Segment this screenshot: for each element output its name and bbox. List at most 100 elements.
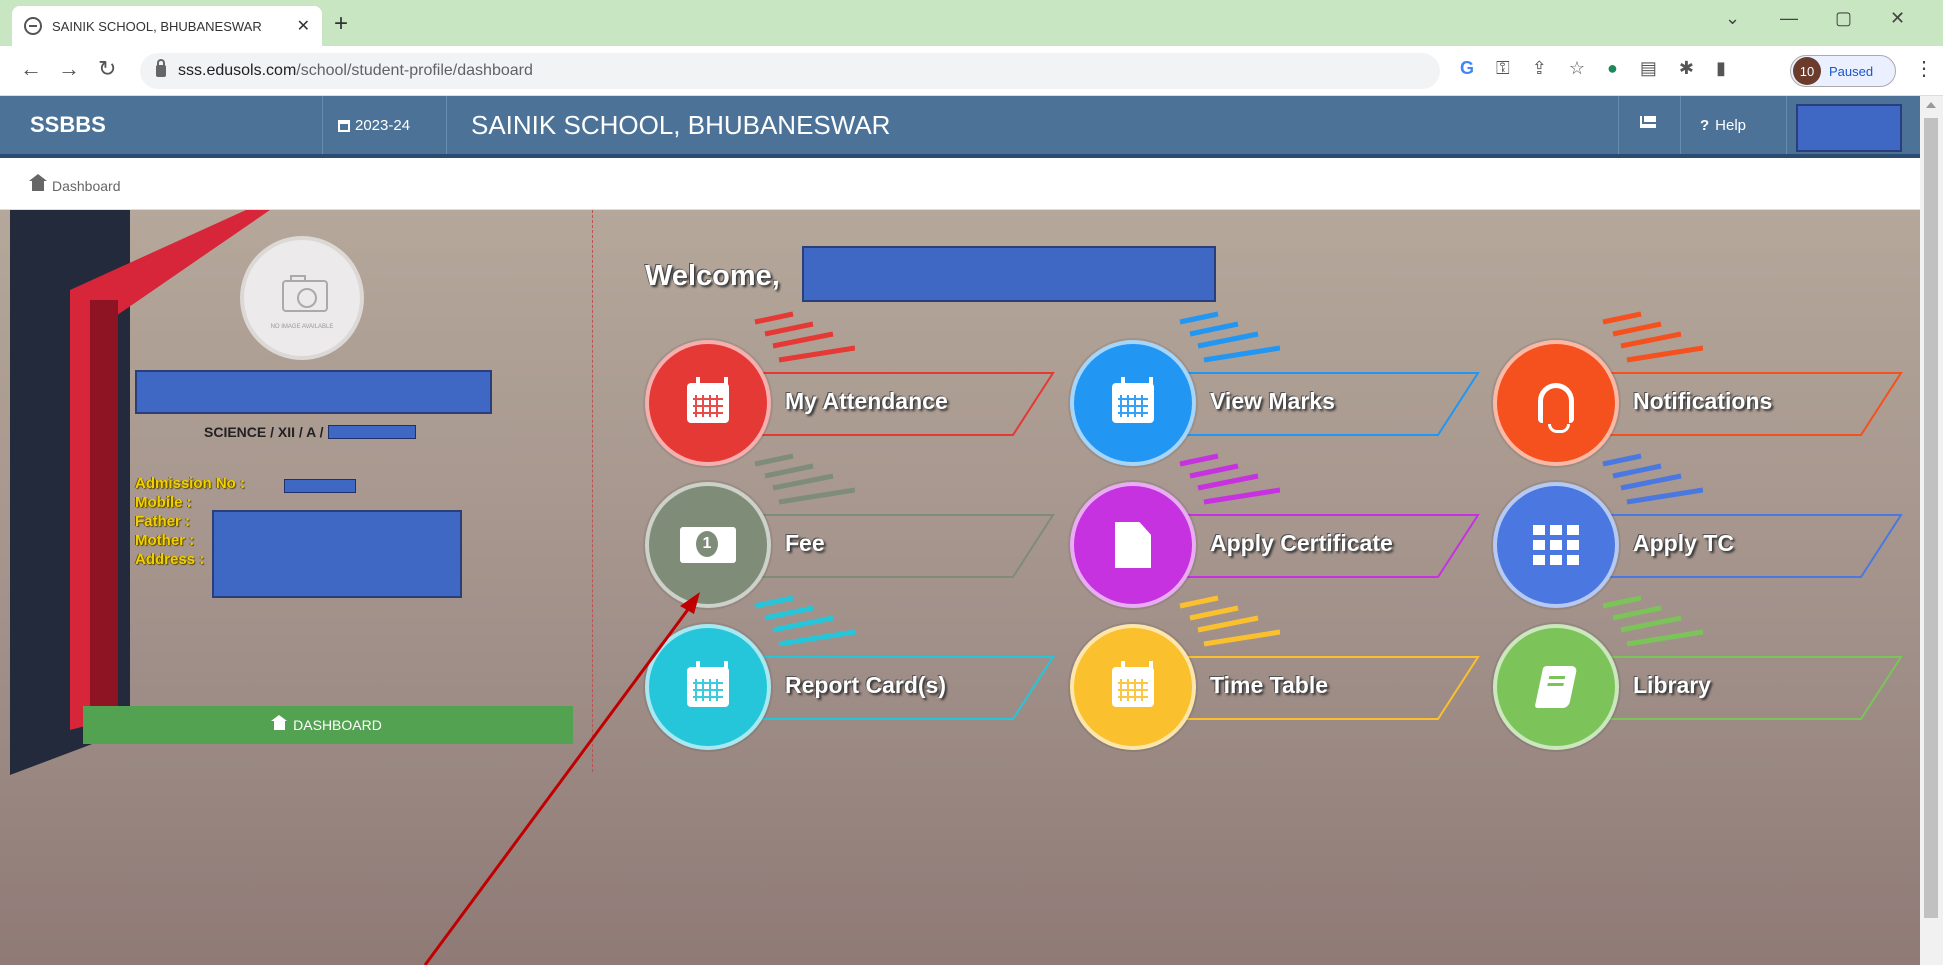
browser-window: SAINIK SCHOOL, BHUBANESWAR ✕ + ⌄ — ▢ ✕ ←… (0, 0, 1943, 965)
tile-circle[interactable] (1493, 482, 1619, 608)
header-divider (446, 96, 447, 154)
user-menu-redacted[interactable] (1796, 104, 1902, 152)
reload-button[interactable]: ↻ (98, 56, 116, 82)
tile-my-attendance[interactable]: My Attendance (645, 311, 1065, 466)
close-window-button[interactable]: ✕ (1890, 8, 1905, 29)
lock-icon (156, 59, 166, 77)
brand-logo-text[interactable]: SSBBS (30, 112, 106, 138)
tile-circle[interactable] (1493, 340, 1619, 466)
school-name: SAINIK SCHOOL, BHUBANESWAR (471, 110, 891, 140)
address-toolbar: ← → ↻ sss.edusols.com/school/student-pro… (0, 46, 1943, 96)
tile-library[interactable]: Library (1493, 595, 1913, 750)
admission-redacted (284, 479, 356, 493)
back-button[interactable]: ← (20, 56, 42, 82)
money-icon (680, 527, 736, 563)
welcome-text: Welcome, (645, 260, 780, 292)
restore-button[interactable]: ▢ (1835, 8, 1852, 29)
tile-report-card-s[interactable]: Report Card(s) (645, 595, 1065, 750)
key-icon[interactable]: ⚿ (1496, 58, 1510, 79)
welcome-name-redacted (802, 246, 1216, 302)
class-info: SCIENCE / XII / A / (204, 424, 416, 440)
parents-redacted (212, 510, 462, 598)
browser-tab[interactable]: SAINIK SCHOOL, BHUBANESWAR ✕ (12, 6, 322, 46)
extension-green-icon[interactable]: ● (1607, 58, 1618, 79)
mail-icon[interactable] (1640, 116, 1658, 128)
forward-button[interactable]: → (58, 56, 80, 82)
tile-circle[interactable] (645, 624, 771, 750)
session-year: 2023-24 (355, 117, 411, 134)
tile-time-table[interactable]: Time Table (1070, 595, 1490, 750)
tile-label: Fee (785, 530, 825, 556)
tile-label: Time Table (1210, 672, 1329, 698)
calendar-icon (687, 377, 729, 423)
profile-status: Paused (1829, 63, 1874, 79)
tile-notifications[interactable]: Notifications (1493, 311, 1913, 466)
decorative-ribbon (90, 300, 118, 720)
student-name-redacted (135, 370, 492, 414)
session-selector[interactable]: 2023-24 (338, 117, 410, 134)
header-divider (322, 96, 323, 154)
globe-icon (24, 17, 42, 35)
tile-circle[interactable] (1070, 482, 1196, 608)
tile-label: Library (1633, 672, 1711, 698)
calendar-icon (687, 661, 729, 707)
class-line: SCIENCE / XII / A / (204, 424, 324, 440)
side-panel-icon[interactable]: ▮ (1716, 58, 1726, 79)
tile-circle[interactable] (1493, 624, 1619, 750)
google-icon[interactable]: G (1460, 58, 1474, 79)
book-icon (1534, 666, 1578, 708)
tile-label: View Marks (1210, 388, 1335, 414)
puzzle-icon[interactable]: ✱ (1679, 58, 1694, 79)
url-bar[interactable]: sss.edusols.com/school/student-profile/d… (140, 53, 1440, 89)
breadcrumb-dashboard[interactable]: Dashboard (52, 178, 121, 194)
dashboard-button[interactable]: DASHBOARD (83, 706, 573, 744)
tile-fee[interactable]: Fee (645, 453, 1065, 608)
tile-label: Report Card(s) (785, 672, 947, 698)
tile-apply-tc[interactable]: Apply TC (1493, 453, 1913, 608)
home-icon (29, 173, 47, 191)
profile-button[interactable]: 10 Paused (1790, 55, 1896, 87)
bell-icon (1538, 383, 1574, 433)
extension-scan-icon[interactable]: ▤ (1640, 58, 1657, 79)
admission-label: Admission No : (135, 475, 246, 492)
extensions-area: G ⚿ ⇪ ☆ ● ▤ ✱ ▮ (1460, 58, 1726, 79)
tile-label: Apply Certificate (1210, 530, 1393, 556)
calendar-icon (1112, 661, 1154, 707)
close-tab-icon[interactable]: ✕ (297, 16, 310, 36)
minimize-button[interactable]: — (1780, 8, 1798, 29)
tile-apply-certificate[interactable]: Apply Certificate (1070, 453, 1490, 608)
student-photo: NO IMAGE AVAILABLE (240, 236, 364, 360)
tab-bar: SAINIK SCHOOL, BHUBANESWAR ✕ + ⌄ — ▢ ✕ (0, 0, 1943, 46)
camera-icon (282, 275, 328, 312)
home-icon (271, 714, 288, 730)
roll-redacted (327, 425, 416, 439)
menu-icon[interactable]: ⋮ (1914, 56, 1934, 81)
bookmark-star-icon[interactable]: ☆ (1569, 58, 1585, 79)
tile-view-marks[interactable]: View Marks (1070, 311, 1490, 466)
document-icon (1115, 522, 1151, 568)
header-divider (1618, 96, 1619, 154)
tile-circle[interactable] (1070, 624, 1196, 750)
tile-label: My Attendance (785, 388, 948, 414)
breadcrumb: Dashboard (0, 162, 1920, 210)
tile-label: Apply TC (1633, 530, 1734, 556)
new-tab-button[interactable]: + (334, 10, 348, 38)
scroll-up-icon[interactable] (1926, 102, 1936, 108)
tab-search-icon[interactable]: ⌄ (1725, 8, 1740, 29)
scrollbar-thumb[interactable] (1924, 118, 1938, 918)
app-header: SSBBS 2023-24 SAINIK SCHOOL, BHUBANESWAR… (0, 96, 1930, 158)
share-icon[interactable]: ⇪ (1532, 58, 1547, 79)
tile-circle[interactable] (645, 340, 771, 466)
help-link[interactable]: ? Help (1700, 117, 1746, 134)
scrollbar[interactable] (1920, 96, 1943, 965)
dashboard-button-label: DASHBOARD (293, 717, 382, 733)
avatar: 10 (1793, 57, 1821, 85)
tile-circle[interactable] (645, 482, 771, 608)
question-icon: ? (1700, 117, 1710, 134)
tile-circle[interactable] (1070, 340, 1196, 466)
header-divider (1786, 96, 1787, 154)
header-divider (1680, 96, 1681, 154)
url-text: sss.edusols.com/school/student-profile/d… (178, 62, 533, 79)
panel-separator (592, 210, 593, 772)
calendar-icon (338, 119, 350, 132)
